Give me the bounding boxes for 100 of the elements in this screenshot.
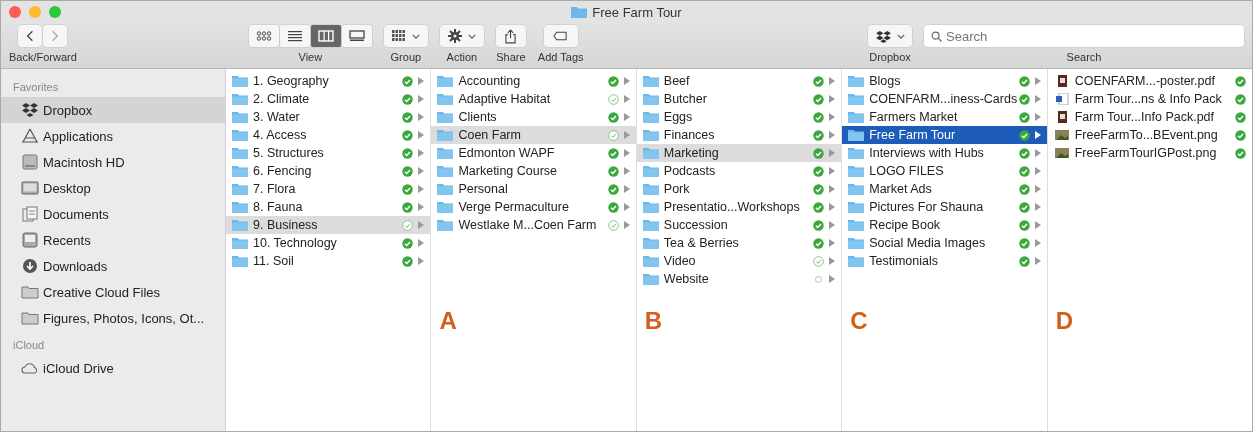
file-row[interactable]: 6. Fencing [226,162,431,180]
sidebar-item[interactable]: Recents [1,227,225,253]
folder-icon [642,183,659,195]
folder-icon [232,75,248,87]
file-row[interactable]: 8. Fauna [226,198,431,216]
file-row[interactable]: 9. Business [226,216,431,234]
file-row[interactable]: Testimonials [842,252,1047,270]
view-button[interactable] [279,25,310,47]
file-row[interactable]: 5. Structures [226,144,431,162]
view-button[interactable] [310,25,341,47]
recents-icon [21,232,39,248]
disclosure-arrow-icon [623,131,630,139]
disclosure-arrow-icon [1034,95,1041,103]
file-row[interactable]: Clients [431,108,636,126]
file-row[interactable]: 4. Access [226,126,431,144]
file-row[interactable]: Edmonton WAPF [431,144,636,162]
file-row[interactable]: 11. Soil [226,252,431,270]
file-row[interactable]: Pork [636,180,842,198]
file-row[interactable]: Market Ads [842,180,1047,198]
file-row[interactable]: Marketing [636,144,842,162]
downloads-icon [21,258,39,274]
file-row[interactable]: FreeFarmTourIGPost.png [1047,144,1252,162]
file-row[interactable]: Eggs [636,108,842,126]
sidebar-item[interactable]: Documents [1,201,225,227]
file-row[interactable]: Website [636,270,842,288]
folder-icon [437,129,454,141]
disclosure-arrow-icon [418,221,425,229]
file-row[interactable]: Accounting [431,72,636,90]
file-row[interactable]: Personal [431,180,636,198]
file-row[interactable]: Finances [636,126,842,144]
sidebar-item[interactable]: Dropbox [1,97,225,123]
file-row[interactable]: 10. Technology [226,234,431,252]
disclosure-arrow-icon [829,275,836,283]
file-row[interactable]: Pictures For Shauna [842,198,1047,216]
file-row[interactable]: Beef [636,72,842,90]
sidebar-item[interactable]: Downloads [1,253,225,279]
file-row[interactable]: COENFARM...iness-Cards [842,90,1047,108]
file-row[interactable]: Westlake M...Coen Farm [431,216,636,234]
file-row[interactable]: Butcher [636,90,842,108]
disclosure-arrow-icon [1034,131,1041,139]
file-row[interactable]: Free Farm Tour [842,126,1047,144]
file-row[interactable]: Verge Permaculture [431,198,636,216]
sidebar-item[interactable]: Applications [1,123,225,149]
disclosure-arrow-icon [829,203,836,211]
dropbox-button[interactable] [868,25,912,47]
file-row[interactable]: Farm Tour...Info Pack.pdf [1047,108,1252,126]
sidebar-item[interactable]: Macintosh HD [1,149,225,175]
action-button[interactable] [439,25,484,47]
file-row[interactable]: Presentatio...Workshops [636,198,842,216]
file-row[interactable]: Farm Tour...ns & Info Pack [1047,90,1252,108]
tag-button[interactable] [543,25,578,47]
file-row[interactable]: Blogs [842,72,1047,90]
file-row[interactable]: 1. Geography [226,72,431,90]
file-row[interactable]: Recipe Book [842,216,1047,234]
file-row[interactable]: Social Media Images [842,234,1047,252]
folder-icon [848,237,865,249]
icons-view-icon [255,30,272,42]
disclosure-arrow-icon [1034,113,1041,121]
annotation-label: C [850,307,868,335]
file-row[interactable]: LOGO FILES [842,162,1047,180]
file-row[interactable]: 2. Climate [226,90,431,108]
folder-icon [642,219,659,231]
file-row[interactable]: Succession [636,216,842,234]
image-file-icon [1053,129,1070,141]
file-row[interactable]: Video [636,252,842,270]
folder-icon [232,129,248,141]
folder-icon [848,147,865,159]
folder-icon [571,6,588,18]
folder-icon [232,93,248,105]
disclosure-arrow-icon [623,221,630,229]
sidebar-item[interactable]: iCloud Drive [1,355,225,381]
file-row[interactable]: Podcasts [636,162,842,180]
file-row[interactable]: Interviews with Hubs [842,144,1047,162]
back-button[interactable] [18,25,43,47]
file-row[interactable]: Farmers Market [842,108,1047,126]
document-file-icon [1053,93,1070,105]
chevron-icon [467,33,476,39]
sidebar-item[interactable]: Figures, Photos, Icons, Ot... [1,305,225,331]
sidebar-item[interactable]: Desktop [1,175,225,201]
view-button[interactable] [341,25,372,47]
file-row[interactable]: Adaptive Habitat [431,90,636,108]
folder-icon [642,129,659,141]
search-field[interactable]: Search [924,25,1244,47]
cloud-icon [21,360,39,376]
disclosure-arrow-icon [418,167,425,175]
file-row[interactable]: Coen Farm [431,126,636,144]
file-row[interactable]: FreeFarmTo...BEvent.png [1047,126,1252,144]
file-row[interactable]: COENFARM...-poster.pdf [1047,72,1252,90]
folder-icon [437,147,454,159]
sidebar-item[interactable]: Creative Cloud Files [1,279,225,305]
file-row[interactable]: Tea & Berries [636,234,842,252]
columns-view-icon [317,30,334,42]
group-button[interactable] [383,25,428,47]
window-title: Free Farm Tour [591,4,682,20]
share-button[interactable] [495,25,526,47]
file-row[interactable]: 7. Flora [226,180,431,198]
file-row[interactable]: Marketing Course [431,162,636,180]
annotation-label: A [439,307,457,335]
view-button[interactable] [248,25,279,47]
file-row[interactable]: 3. Water [226,108,431,126]
